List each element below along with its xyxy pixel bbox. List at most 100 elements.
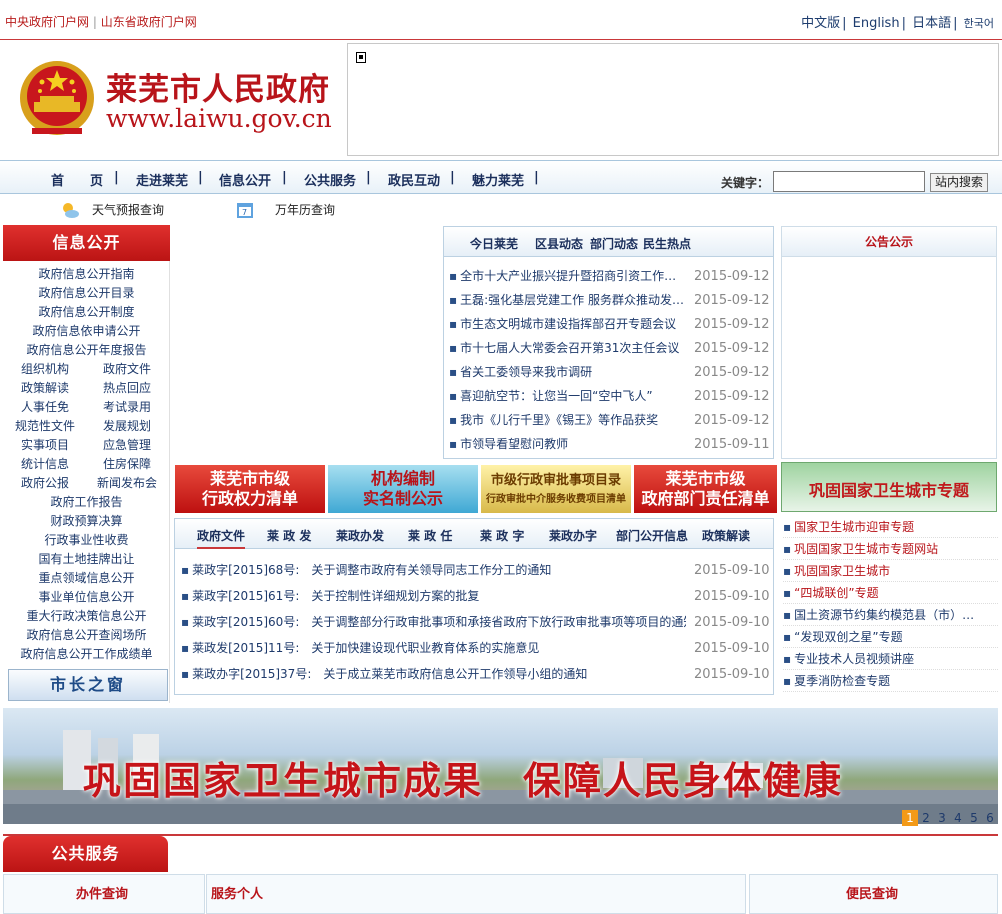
info-link[interactable]: 政府工作报告: [3, 493, 170, 512]
info-link[interactable]: 政府信息公开查阅场所: [3, 626, 170, 645]
info-link[interactable]: 财政预算决算: [3, 512, 170, 531]
lang-english[interactable]: English: [853, 16, 900, 31]
info-link[interactable]: 行政事业性收费: [3, 531, 170, 550]
site-search-button[interactable]: 站内搜索: [930, 173, 988, 192]
info-link[interactable]: 住房保障: [103, 455, 151, 474]
header-flash-banner: [347, 43, 999, 156]
city-slogan-banner[interactable]: 巩固国家卫生城市成果 保障人民身体健康: [3, 708, 998, 824]
info-link[interactable]: 政策解读: [21, 379, 69, 398]
tab-gov-docs[interactable]: 政府文件: [197, 527, 246, 549]
nav-charm-laiwu[interactable]: 魅力莱芜: [472, 170, 524, 189]
info-link[interactable]: 政府信息公开指南: [3, 265, 170, 284]
tab-county-news[interactable]: 区县动态: [535, 235, 583, 252]
tab-lzz[interactable]: 莱 政 字: [480, 527, 524, 544]
info-link[interactable]: 事业单位信息公开: [3, 588, 170, 607]
info-link[interactable]: 政府信息公开目录: [3, 284, 170, 303]
special-topic-link[interactable]: ▪ “发现双创之星”专题: [783, 626, 998, 648]
weather-icon[interactable]: [60, 200, 80, 220]
tab-lzbf[interactable]: 莱政办发: [336, 527, 384, 544]
special-topic-link[interactable]: ▪ 巩固国家卫生城市专题网站: [783, 538, 998, 560]
info-link[interactable]: 政府信息依申请公开: [3, 322, 170, 341]
nav-gov-interaction[interactable]: 政民互动: [388, 170, 440, 189]
power-list-banner[interactable]: 莱芜市市级 行政权力清单: [175, 465, 325, 513]
mayor-window-button[interactable]: 市长之窗: [8, 669, 168, 701]
info-link[interactable]: 发展规划: [103, 417, 151, 436]
info-pair-row: 统计信息 住房保障: [3, 455, 170, 474]
pager-3[interactable]: 3: [934, 810, 950, 826]
tab-lzr[interactable]: 莱 政 任: [408, 527, 452, 544]
nav-info-disclosure[interactable]: 信息公开: [219, 170, 271, 189]
info-link[interactable]: 考试录用: [103, 398, 151, 417]
banner-pager: 123456: [902, 810, 998, 826]
tab-dept-info[interactable]: 部门公开信息: [616, 527, 688, 544]
case-query-title[interactable]: 办件查询: [76, 883, 128, 902]
personal-service-box: 服务个人: [206, 874, 746, 914]
info-pair-row: 实事项目 应急管理: [3, 436, 170, 455]
info-link[interactable]: 人事任免: [21, 398, 69, 417]
special-topic-link[interactable]: ▪ 夏季消防检查专题: [783, 670, 998, 692]
info-link[interactable]: 重点领域信息公开: [3, 569, 170, 588]
info-link[interactable]: 政府信息公开年度报告: [3, 341, 170, 360]
special-topic-link[interactable]: ▪ 专业技术人员视频讲座: [783, 648, 998, 670]
public-service-header: 公共服务: [3, 836, 168, 872]
tab-policy-interpret[interactable]: 政策解读: [702, 527, 750, 544]
link-shandong-gov[interactable]: 山东省政府门户网: [101, 15, 197, 29]
pager-1[interactable]: 1: [902, 810, 918, 826]
tab-lzbz[interactable]: 莱政办字: [549, 527, 597, 544]
nav-about-laiwu[interactable]: 走进莱芜: [136, 170, 188, 189]
info-pair-row: 政府公报 新闻发布会: [3, 474, 170, 493]
nav-home[interactable]: 首 页: [51, 170, 103, 189]
weather-link[interactable]: 天气预报查询: [92, 201, 164, 218]
info-pair-row: 政策解读 热点回应: [3, 379, 170, 398]
nav-public-service[interactable]: 公共服务: [304, 170, 356, 189]
tab-dept-news[interactable]: 部门动态: [590, 235, 638, 252]
national-emblem-icon: [20, 61, 94, 135]
banner-slogan: 巩固国家卫生城市成果 保障人民身体健康: [83, 759, 844, 803]
info-link[interactable]: 应急管理: [103, 436, 151, 455]
calendar-link[interactable]: 万年历查询: [275, 201, 335, 218]
pager-2[interactable]: 2: [918, 810, 934, 826]
info-link[interactable]: 热点回应: [103, 379, 151, 398]
tab-livelihood[interactable]: 民生热点: [643, 235, 691, 252]
info-link[interactable]: 新闻发布会: [97, 474, 157, 493]
info-link[interactable]: 政府公报: [21, 474, 69, 493]
info-pair-row: 规范性文件 发展规划: [3, 417, 170, 436]
lang-korean[interactable]: 한국어: [964, 17, 994, 30]
staffing-banner[interactable]: 机构编制 实名制公示: [328, 465, 478, 513]
site-title: 莱芜市人民政府: [106, 72, 330, 108]
main-nav: 首 页 | 走进莱芜 | 信息公开 | 公共服务 | 政民互动 | 魅力莱芜 |…: [0, 160, 1002, 194]
keyword-search-input[interactable]: [773, 171, 925, 192]
lang-japanese[interactable]: 日本語: [912, 16, 951, 31]
special-topic-link[interactable]: ▪ 巩固国家卫生城市: [783, 560, 998, 582]
pager-6[interactable]: 6: [982, 810, 998, 826]
info-link[interactable]: 实事项目: [21, 436, 69, 455]
info-link[interactable]: 重大行政决策信息公开: [3, 607, 170, 626]
tab-today-laiwu[interactable]: 今日莱芜: [470, 235, 518, 252]
convenience-query-title[interactable]: 便民查询: [846, 883, 898, 902]
lang-chinese[interactable]: 中文版: [801, 16, 840, 31]
info-link[interactable]: 政府文件: [103, 360, 151, 379]
calendar-icon[interactable]: 7: [235, 200, 255, 220]
info-disclosure-panel: 信息公开 政府信息公开指南 政府信息公开目录 政府信息公开制度 政府信息依申请公…: [3, 225, 170, 703]
info-link[interactable]: 组织机构: [21, 360, 69, 379]
info-link[interactable]: 政府信息公开工作成绩单: [3, 645, 170, 664]
info-link[interactable]: 政府信息公开制度: [3, 303, 170, 322]
svg-text:7: 7: [242, 208, 247, 217]
pager-4[interactable]: 4: [950, 810, 966, 826]
notice-header[interactable]: 公告公示: [782, 227, 996, 257]
personal-service-title[interactable]: 服务个人: [211, 883, 263, 902]
special-topics-list: ▪ 国家卫生城市迎审专题 ▪ 巩固国家卫生城市专题网站 ▪ 巩固国家卫生城市 ▪ “四城…: [783, 516, 998, 692]
approval-catalog-banner[interactable]: 市级行政审批事项目录 行政审批中介服务收费项目清单: [481, 465, 631, 513]
special-topic-link[interactable]: ▪ 国家卫生城市迎审专题: [783, 516, 998, 538]
responsibility-list-banner[interactable]: 莱芜市市级 政府部门责任清单: [634, 465, 777, 513]
info-link[interactable]: 统计信息: [21, 455, 69, 474]
info-disclosure-list: 政府信息公开指南 政府信息公开目录 政府信息公开制度 政府信息依申请公开 政府信…: [3, 265, 170, 664]
link-central-gov[interactable]: 中央政府门户网: [5, 15, 89, 29]
info-link[interactable]: 规范性文件: [15, 417, 75, 436]
health-city-banner[interactable]: 巩固国家卫生城市专题: [781, 462, 997, 512]
info-link[interactable]: 国有土地挂牌出让: [3, 550, 170, 569]
special-topic-link[interactable]: ▪ 国土资源节约集约模范县（市）…: [783, 604, 998, 626]
tab-lzf[interactable]: 莱 政 发: [267, 527, 311, 544]
pager-5[interactable]: 5: [966, 810, 982, 826]
special-topic-link[interactable]: ▪ “四城联创”专题: [783, 582, 998, 604]
